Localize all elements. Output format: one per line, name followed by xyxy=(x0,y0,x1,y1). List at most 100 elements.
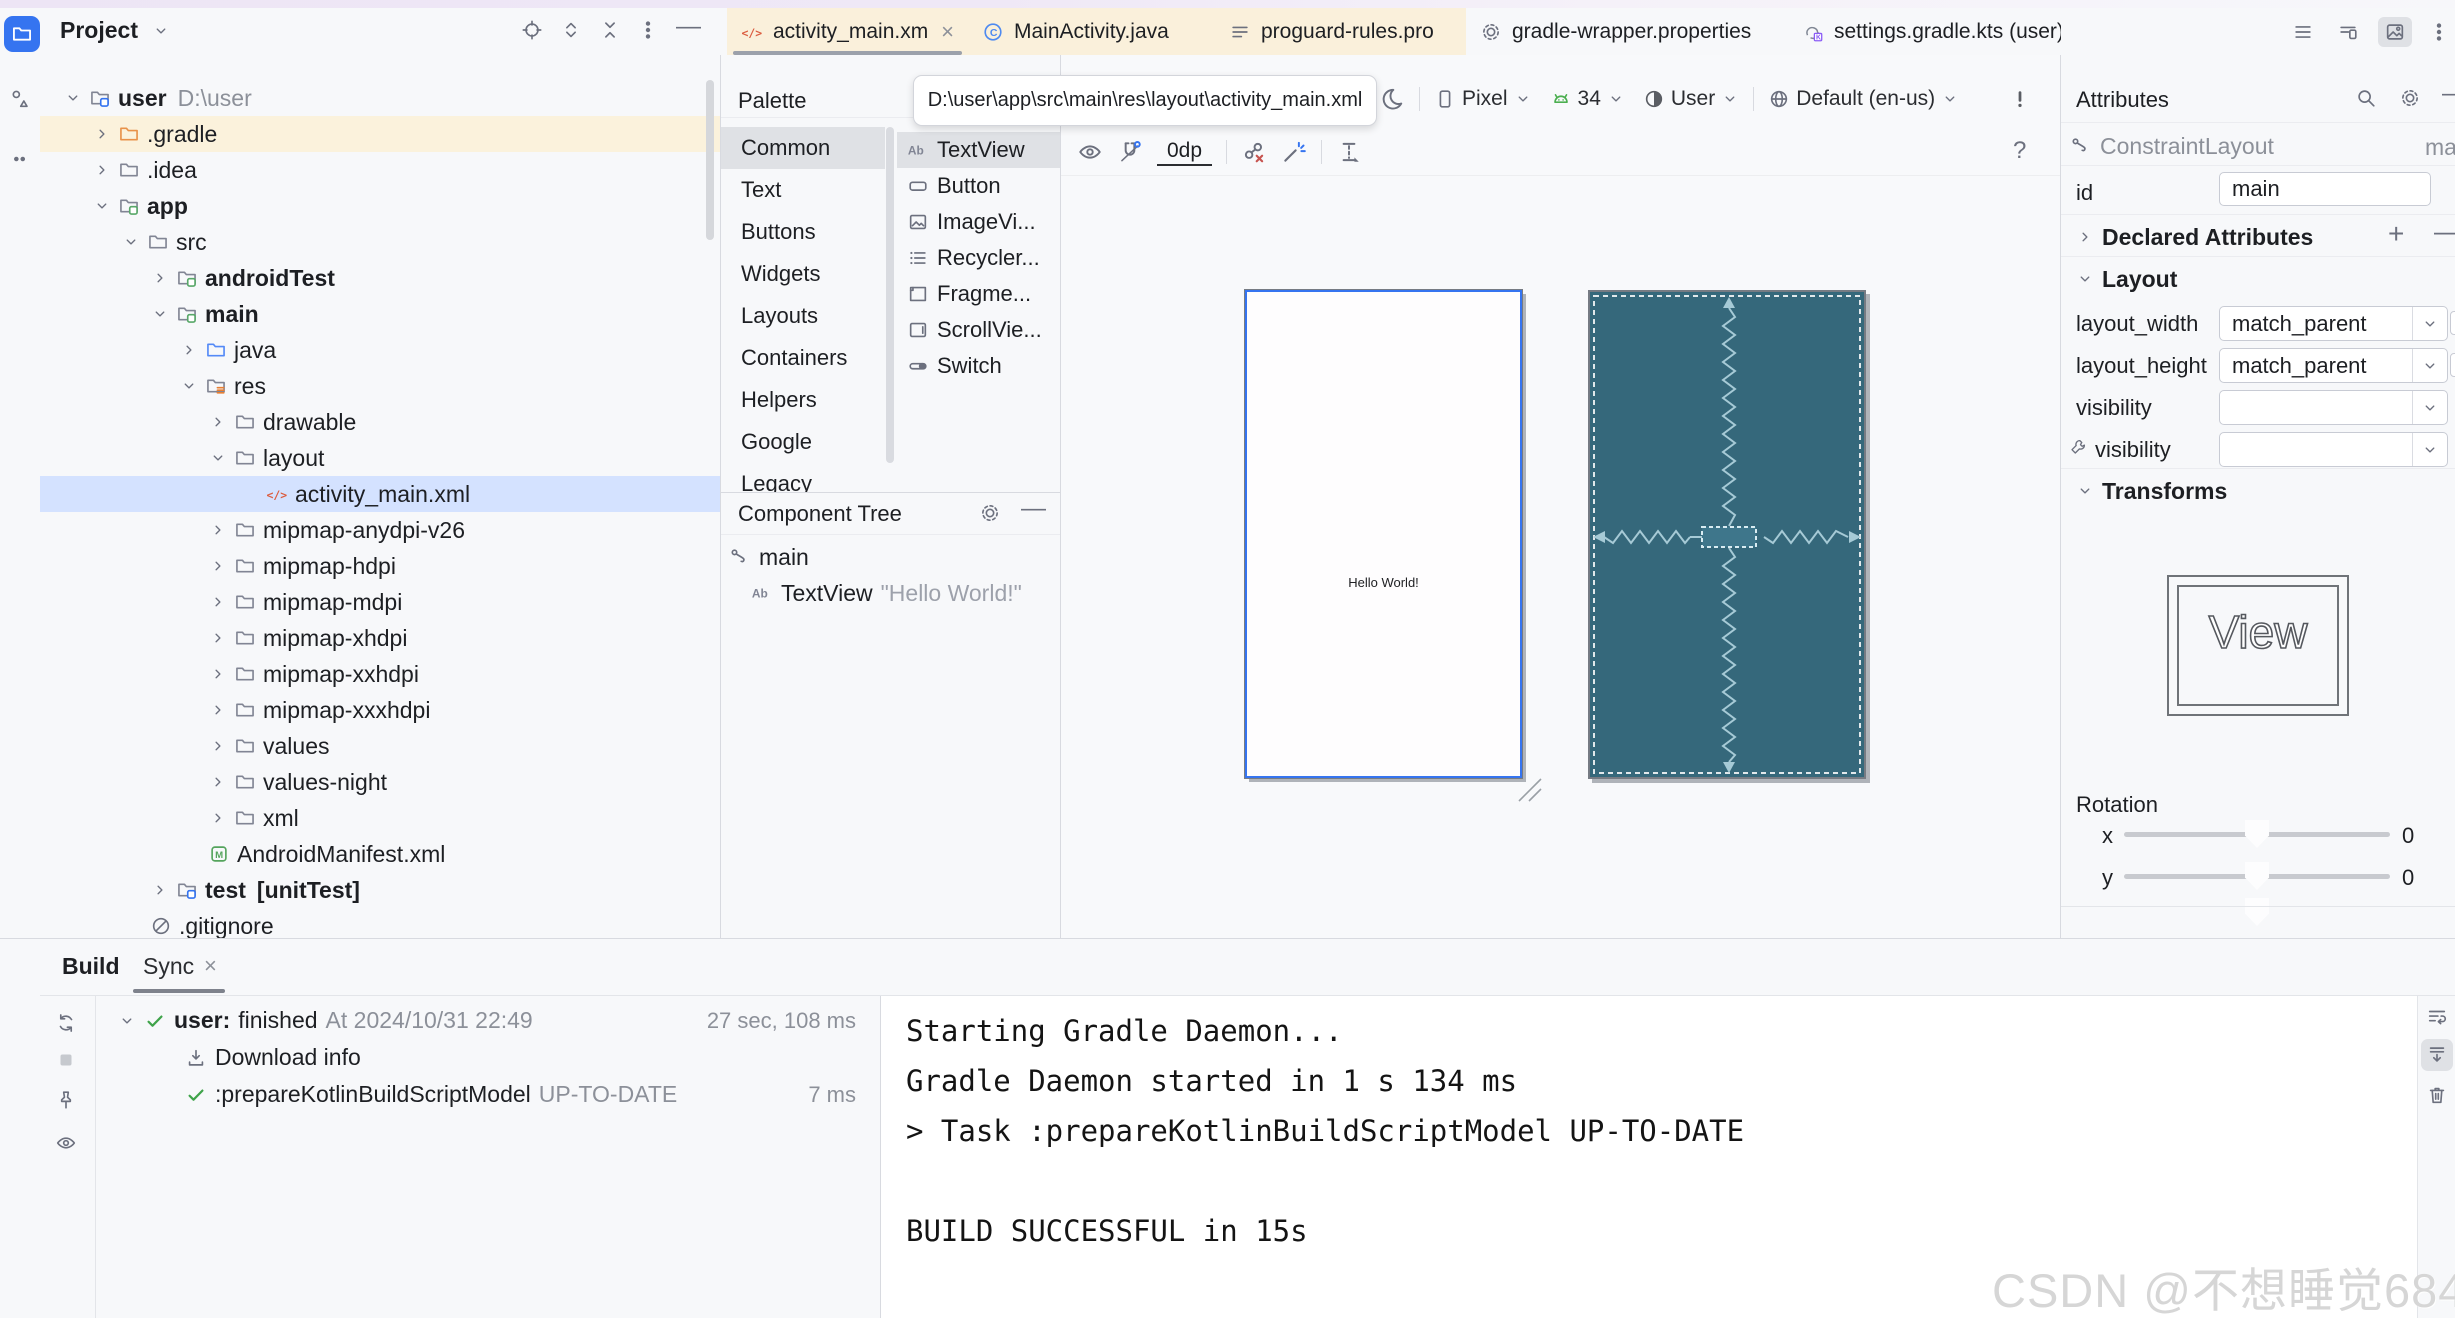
build-tree-row[interactable]: :prepareKotlinBuildScriptModelUP-TO-DATE… xyxy=(95,1076,878,1113)
constraint-connect-pill[interactable] xyxy=(2450,311,2455,335)
tree-item-java[interactable]: java xyxy=(40,332,720,368)
api-level-selector[interactable]: 34 xyxy=(1578,87,1601,111)
chevron-down-icon[interactable] xyxy=(180,377,198,395)
attribute-value-combo[interactable] xyxy=(2219,390,2448,425)
chevron-right-icon[interactable] xyxy=(209,665,227,683)
chevron-down-icon[interactable] xyxy=(209,449,227,467)
hide-panel-icon[interactable]: — xyxy=(676,12,701,41)
chevron-right-icon[interactable] xyxy=(93,161,111,179)
editor-tab-4[interactable]: gradle-wrapper.properties xyxy=(1466,8,1788,55)
layout-section[interactable]: Layout xyxy=(2076,260,2177,298)
clear-button[interactable] xyxy=(2421,1079,2453,1111)
tree-item-.gitignore[interactable]: .gitignore xyxy=(40,908,720,938)
attribute-value-combo[interactable]: match_parent xyxy=(2219,306,2448,341)
chevron-down-icon[interactable] xyxy=(64,89,82,107)
tree-item-values[interactable]: values xyxy=(40,728,720,764)
chevron-right-icon[interactable] xyxy=(209,809,227,827)
add-attribute-icon[interactable]: + xyxy=(2388,218,2404,250)
chevron-right-icon[interactable] xyxy=(209,629,227,647)
palette-component-Recycler[interactable]: Recycler... xyxy=(897,240,1060,276)
chevron-right-icon[interactable] xyxy=(209,701,227,719)
chevron-right-icon[interactable] xyxy=(209,521,227,539)
palette-category-containers[interactable]: Containers xyxy=(721,337,885,379)
palette-category-google[interactable]: Google xyxy=(721,421,885,463)
search-icon[interactable] xyxy=(2355,87,2377,109)
palette-category-layouts[interactable]: Layouts xyxy=(721,295,885,337)
tree-item-.idea[interactable]: .idea xyxy=(40,152,720,188)
tree-item-user[interactable]: userD:\user xyxy=(40,80,720,116)
chevron-right-icon[interactable] xyxy=(209,737,227,755)
tree-item-mipmap-hdpi[interactable]: mipmap-hdpi xyxy=(40,548,720,584)
chevron-down-icon[interactable] xyxy=(151,305,169,323)
collapse-all-icon[interactable] xyxy=(599,19,621,41)
tree-item-mipmap-mdpi[interactable]: mipmap-mdpi xyxy=(40,584,720,620)
chevron-down-icon[interactable] xyxy=(2413,357,2447,375)
chevron-right-icon[interactable] xyxy=(180,341,198,359)
default-margins-selector[interactable]: 0dp xyxy=(1157,139,1212,166)
palette-category-helpers[interactable]: Helpers xyxy=(721,379,885,421)
tool-window-button-more-horizontal[interactable] xyxy=(9,148,31,175)
chevron-right-icon[interactable] xyxy=(209,557,227,575)
chevron-right-icon[interactable] xyxy=(209,773,227,791)
help-icon[interactable]: ? xyxy=(2013,137,2026,165)
image-mode-button[interactable] xyxy=(2378,17,2412,47)
editor-tab-3[interactable]: proguard-rules.pro xyxy=(1215,8,1466,55)
blueprint-preview-phone[interactable] xyxy=(1588,290,1866,779)
tree-item-mipmap-xxhdpi[interactable]: mipmap-xxhdpi xyxy=(40,656,720,692)
scrollbar[interactable] xyxy=(706,80,714,240)
pin-button[interactable] xyxy=(52,1086,80,1114)
tool-window-project-button[interactable] xyxy=(4,16,40,52)
chevron-right-icon[interactable] xyxy=(151,269,169,287)
soft-wrap-button[interactable] xyxy=(2421,1001,2453,1033)
hello-world-text[interactable]: Hello World! xyxy=(1247,575,1520,590)
rotation-x-slider-handle[interactable] xyxy=(2245,820,2269,848)
design-preview-phone[interactable]: Hello World! xyxy=(1245,290,1522,778)
night-mode-icon[interactable] xyxy=(1379,86,1405,112)
attribute-value-combo[interactable]: match_parent xyxy=(2219,348,2448,383)
locate-file-icon[interactable] xyxy=(521,19,543,41)
editor-tab-5[interactable]: Ksettings.gradle.kts (user) xyxy=(1788,8,2075,55)
palette-component-Button[interactable]: Button xyxy=(897,168,1060,204)
hide-panel-icon[interactable]: — xyxy=(2442,79,2455,108)
palette-category-text[interactable]: Text xyxy=(721,169,885,211)
tree-item-mipmap-xxxhdpi[interactable]: mipmap-xxxhdpi xyxy=(40,692,720,728)
tree-item-layout[interactable]: layout xyxy=(40,440,720,476)
palette-category-buttons[interactable]: Buttons xyxy=(721,211,885,253)
tree-item-mipmap-anydpi-v26[interactable]: mipmap-anydpi-v26 xyxy=(40,512,720,548)
expand-all-icon[interactable] xyxy=(560,19,582,41)
clear-constraints-icon[interactable] xyxy=(1241,139,1267,165)
chevron-right-icon[interactable] xyxy=(151,881,169,899)
more-options-icon[interactable] xyxy=(637,19,659,41)
rotation-y-slider-handle[interactable] xyxy=(2245,862,2269,890)
scroll-to-end-button[interactable] xyxy=(2421,1039,2453,1071)
chevron-down-icon[interactable] xyxy=(2413,441,2447,459)
remove-attribute-icon[interactable]: — xyxy=(2434,216,2455,247)
theme-selector[interactable]: User xyxy=(1671,87,1715,111)
chevron-down-icon[interactable] xyxy=(93,197,111,215)
palette-category-legacy[interactable]: Legacy xyxy=(721,463,885,492)
tree-item-xml[interactable]: xml xyxy=(40,800,720,836)
tree-item-.gradle[interactable]: .gradle xyxy=(40,116,720,152)
stop-button[interactable] xyxy=(52,1046,80,1074)
declared-attributes-section[interactable]: Declared Attributes xyxy=(2076,218,2313,256)
tree-item-src[interactable]: src xyxy=(40,224,720,260)
build-tree-row[interactable]: user:finishedAt 2024/10/31 22:4927 sec, … xyxy=(95,1002,878,1039)
locale-selector[interactable]: Default (en-us) xyxy=(1796,87,1935,111)
pack-align-icon[interactable] xyxy=(1336,139,1362,165)
editor-tab-2[interactable]: CMainActivity.java xyxy=(968,8,1215,55)
palette-component-Switch[interactable]: Switch xyxy=(897,348,1060,384)
chevron-down-icon[interactable] xyxy=(118,1012,136,1030)
tree-item-drawable[interactable]: drawable xyxy=(40,404,720,440)
rerun-button[interactable] xyxy=(52,1009,80,1037)
palette-component-TextView[interactable]: AbTextView xyxy=(897,132,1060,168)
chevron-down-icon[interactable] xyxy=(122,233,140,251)
autoconnect-off-icon[interactable] xyxy=(1117,139,1143,165)
tree-item-mipmap-xhdpi[interactable]: mipmap-xhdpi xyxy=(40,620,720,656)
device-selector[interactable]: Pixel xyxy=(1462,87,1508,111)
more-vertical-button[interactable] xyxy=(2422,17,2455,47)
editor-tab-1[interactable]: </>activity_main.xml× xyxy=(727,8,968,55)
tree-item-values-night[interactable]: values-night xyxy=(40,764,720,800)
tree-item-activity_main.xml[interactable]: </>activity_main.xml xyxy=(40,476,720,512)
palette-component-ScrollVie[interactable]: ScrollVie... xyxy=(897,312,1060,348)
tree-item-app[interactable]: app xyxy=(40,188,720,224)
